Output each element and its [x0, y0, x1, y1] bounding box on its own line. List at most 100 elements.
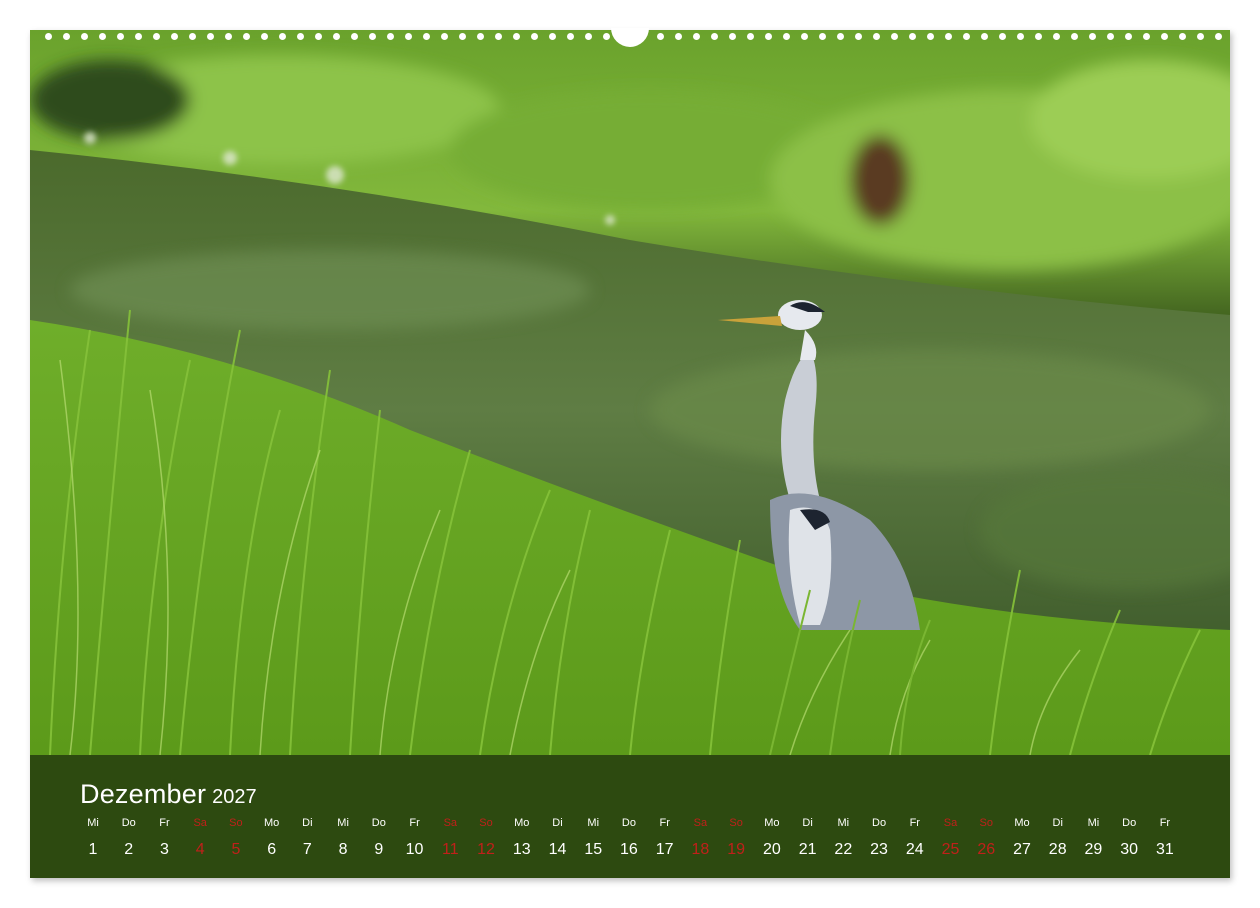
day-number: 8 [338, 841, 348, 858]
weekday-label: Mi [837, 817, 850, 829]
binding-hole [801, 33, 808, 40]
day-number: 12 [477, 841, 495, 858]
day-number: 13 [512, 841, 531, 858]
day-number: 27 [1013, 841, 1031, 858]
binding-hole [207, 33, 214, 40]
binding-hole [117, 33, 124, 40]
binding-hole [369, 33, 376, 40]
day-number: 30 [1120, 841, 1139, 858]
binding-hole [1089, 33, 1096, 40]
weekday-label: Mo [264, 817, 280, 829]
day-number: 15 [584, 841, 603, 858]
day-number: 2 [124, 841, 134, 858]
weekday-label: Mi [587, 817, 600, 829]
binding-hole [567, 33, 574, 40]
binding-hole [513, 33, 520, 40]
binding-hole [747, 33, 754, 40]
binding-hole [243, 33, 250, 40]
binding-hole [999, 33, 1006, 40]
binding-hole [981, 33, 988, 40]
weekday-label: Sa [443, 817, 458, 829]
binding-hole [855, 33, 862, 40]
day-number: 21 [798, 841, 817, 858]
binding-hole [603, 33, 610, 40]
calendar-bar: Dezember 2027 Mi 1 Do 2 Fr 3 Sa 4 So 5 Mo 6 Di 7 Mi 8 Do 9… [30, 755, 1230, 878]
binding-hole [315, 33, 322, 40]
weekday-label: Mo [1014, 817, 1030, 829]
weekday-label: Di [802, 817, 813, 829]
weekday-label: So [479, 817, 493, 829]
binding-hole [1143, 33, 1150, 40]
weekday-label: Do [1122, 817, 1137, 829]
weekday-label: Do [121, 817, 136, 829]
weekday-label: Sa [193, 817, 207, 829]
binding-hole [729, 33, 736, 40]
binding-hole [45, 33, 52, 40]
weekday-label: Fr [159, 817, 170, 829]
binding-hole [135, 33, 142, 40]
binding-hole [351, 33, 358, 40]
binding-hole [531, 33, 538, 40]
weekday-label: Mi [87, 817, 99, 829]
day-number: 19 [727, 841, 746, 858]
binding-hole [459, 33, 466, 40]
binding-hole [657, 33, 664, 40]
binding-hole [963, 33, 970, 40]
weekday-label: Mi [1087, 817, 1100, 829]
binding-hole [279, 33, 286, 40]
day-number: 20 [762, 841, 781, 858]
calendar-page: Dezember 2027 Mi 1 Do 2 Fr 3 Sa 4 So 5 Mo 6 Di 7 Mi 8 Do 9… [30, 28, 1230, 878]
day-number: 6 [267, 841, 277, 858]
binding-hole [927, 33, 934, 40]
binding-hole [675, 33, 682, 40]
day-number: 25 [941, 841, 960, 858]
weekday-label: Fr [1159, 817, 1171, 829]
weekday-label: Mo [514, 817, 530, 829]
weekday-label: Di [302, 817, 313, 829]
heron-photo-image [30, 30, 1230, 755]
day-number: 16 [620, 841, 638, 858]
binding-hole [63, 33, 70, 40]
day-number: 23 [870, 841, 888, 858]
binding-hole [333, 33, 340, 40]
binding-hole [261, 33, 268, 40]
binding-hole [1215, 33, 1222, 40]
day-number: 17 [655, 841, 674, 858]
year-label: 2027 [212, 786, 257, 808]
binding-hole [1107, 33, 1114, 40]
binding-hole [153, 33, 160, 40]
binding-hole [1161, 33, 1168, 40]
binding-hole [549, 33, 556, 40]
binding-hole [1035, 33, 1042, 40]
month-label: Dezember [80, 779, 207, 809]
binding-hole [1017, 33, 1024, 40]
weekday-label: Di [1052, 817, 1063, 829]
day-number: 26 [977, 841, 996, 858]
weekday-label: So [229, 817, 243, 829]
weekday-label: Sa [693, 817, 708, 829]
binding-hole [99, 33, 106, 40]
binding-hole [819, 33, 826, 40]
day-number: 4 [195, 841, 205, 858]
binding-hole [441, 33, 448, 40]
binding-hole [225, 33, 232, 40]
binding-hole [189, 33, 196, 40]
day-number: 7 [302, 841, 312, 858]
binding-hole [1125, 33, 1132, 40]
binding-hole [891, 33, 898, 40]
weekday-label: Fr [659, 817, 670, 829]
calendar-title: Dezember 2027 [80, 779, 257, 810]
weekday-label: So [979, 817, 993, 829]
day-number: 29 [1084, 841, 1103, 858]
weekday-label: Sa [943, 817, 958, 829]
binding-hole [693, 33, 700, 40]
binding-hole [945, 33, 952, 40]
binding-hole [423, 33, 430, 40]
day-number: 9 [374, 841, 384, 858]
binding-hole [297, 33, 304, 40]
binding-hole [1053, 33, 1060, 40]
weekday-label: Di [552, 817, 563, 829]
day-strip: Mi 1 Do 2 Fr 3 Sa 4 So 5 Mo 6 Di 7 Mi 8 Do 9 Fr 10 Sa 11 So 12 M… [30, 817, 1230, 877]
weekday-label: Fr [909, 817, 920, 829]
day-number: 18 [691, 841, 710, 858]
